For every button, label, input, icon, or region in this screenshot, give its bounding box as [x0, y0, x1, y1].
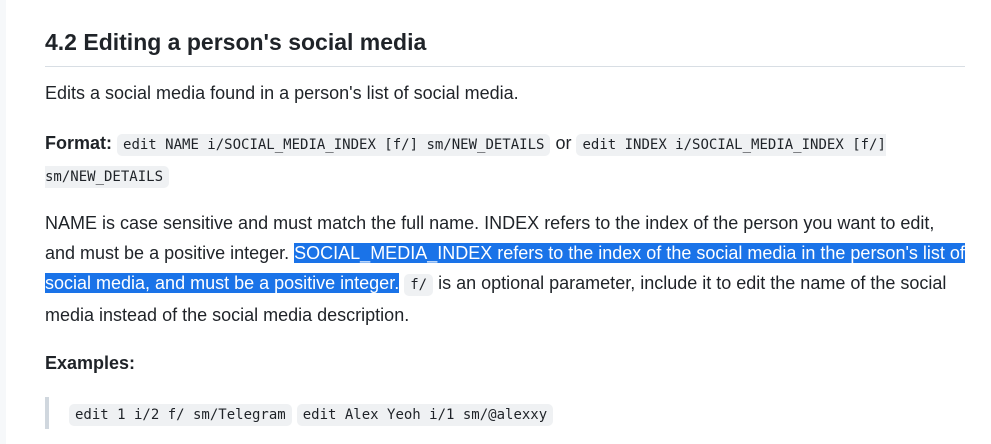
flag-code: f/ — [404, 274, 434, 296]
page-left-gutter — [0, 0, 6, 444]
heading-divider — [45, 66, 965, 67]
example-code-2: edit Alex Yeoh i/1 sm/@alexxy — [296, 404, 554, 426]
format-paragraph: Format: edit NAME i/SOCIAL_MEDIA_INDEX [… — [45, 128, 955, 192]
format-or-text: or — [550, 133, 577, 153]
description-paragraph: NAME is case sensitive and must match th… — [45, 208, 965, 330]
examples-label: Examples: — [45, 353, 136, 373]
examples-line: edit 1 i/2 f/ sm/Telegram edit Alex Yeoh… — [69, 397, 945, 431]
format-label: Format: — [45, 133, 112, 153]
example-code-1: edit 1 i/2 f/ sm/Telegram — [69, 404, 292, 426]
section-heading: 4.2 Editing a person's social media — [45, 29, 427, 55]
section-intro: Edits a social media found in a person's… — [45, 83, 519, 103]
format-command-name: edit NAME i/SOCIAL_MEDIA_INDEX [f/] sm/N… — [117, 134, 551, 156]
examples-blockquote: edit 1 i/2 f/ sm/Telegram edit Alex Yeoh… — [45, 397, 945, 429]
